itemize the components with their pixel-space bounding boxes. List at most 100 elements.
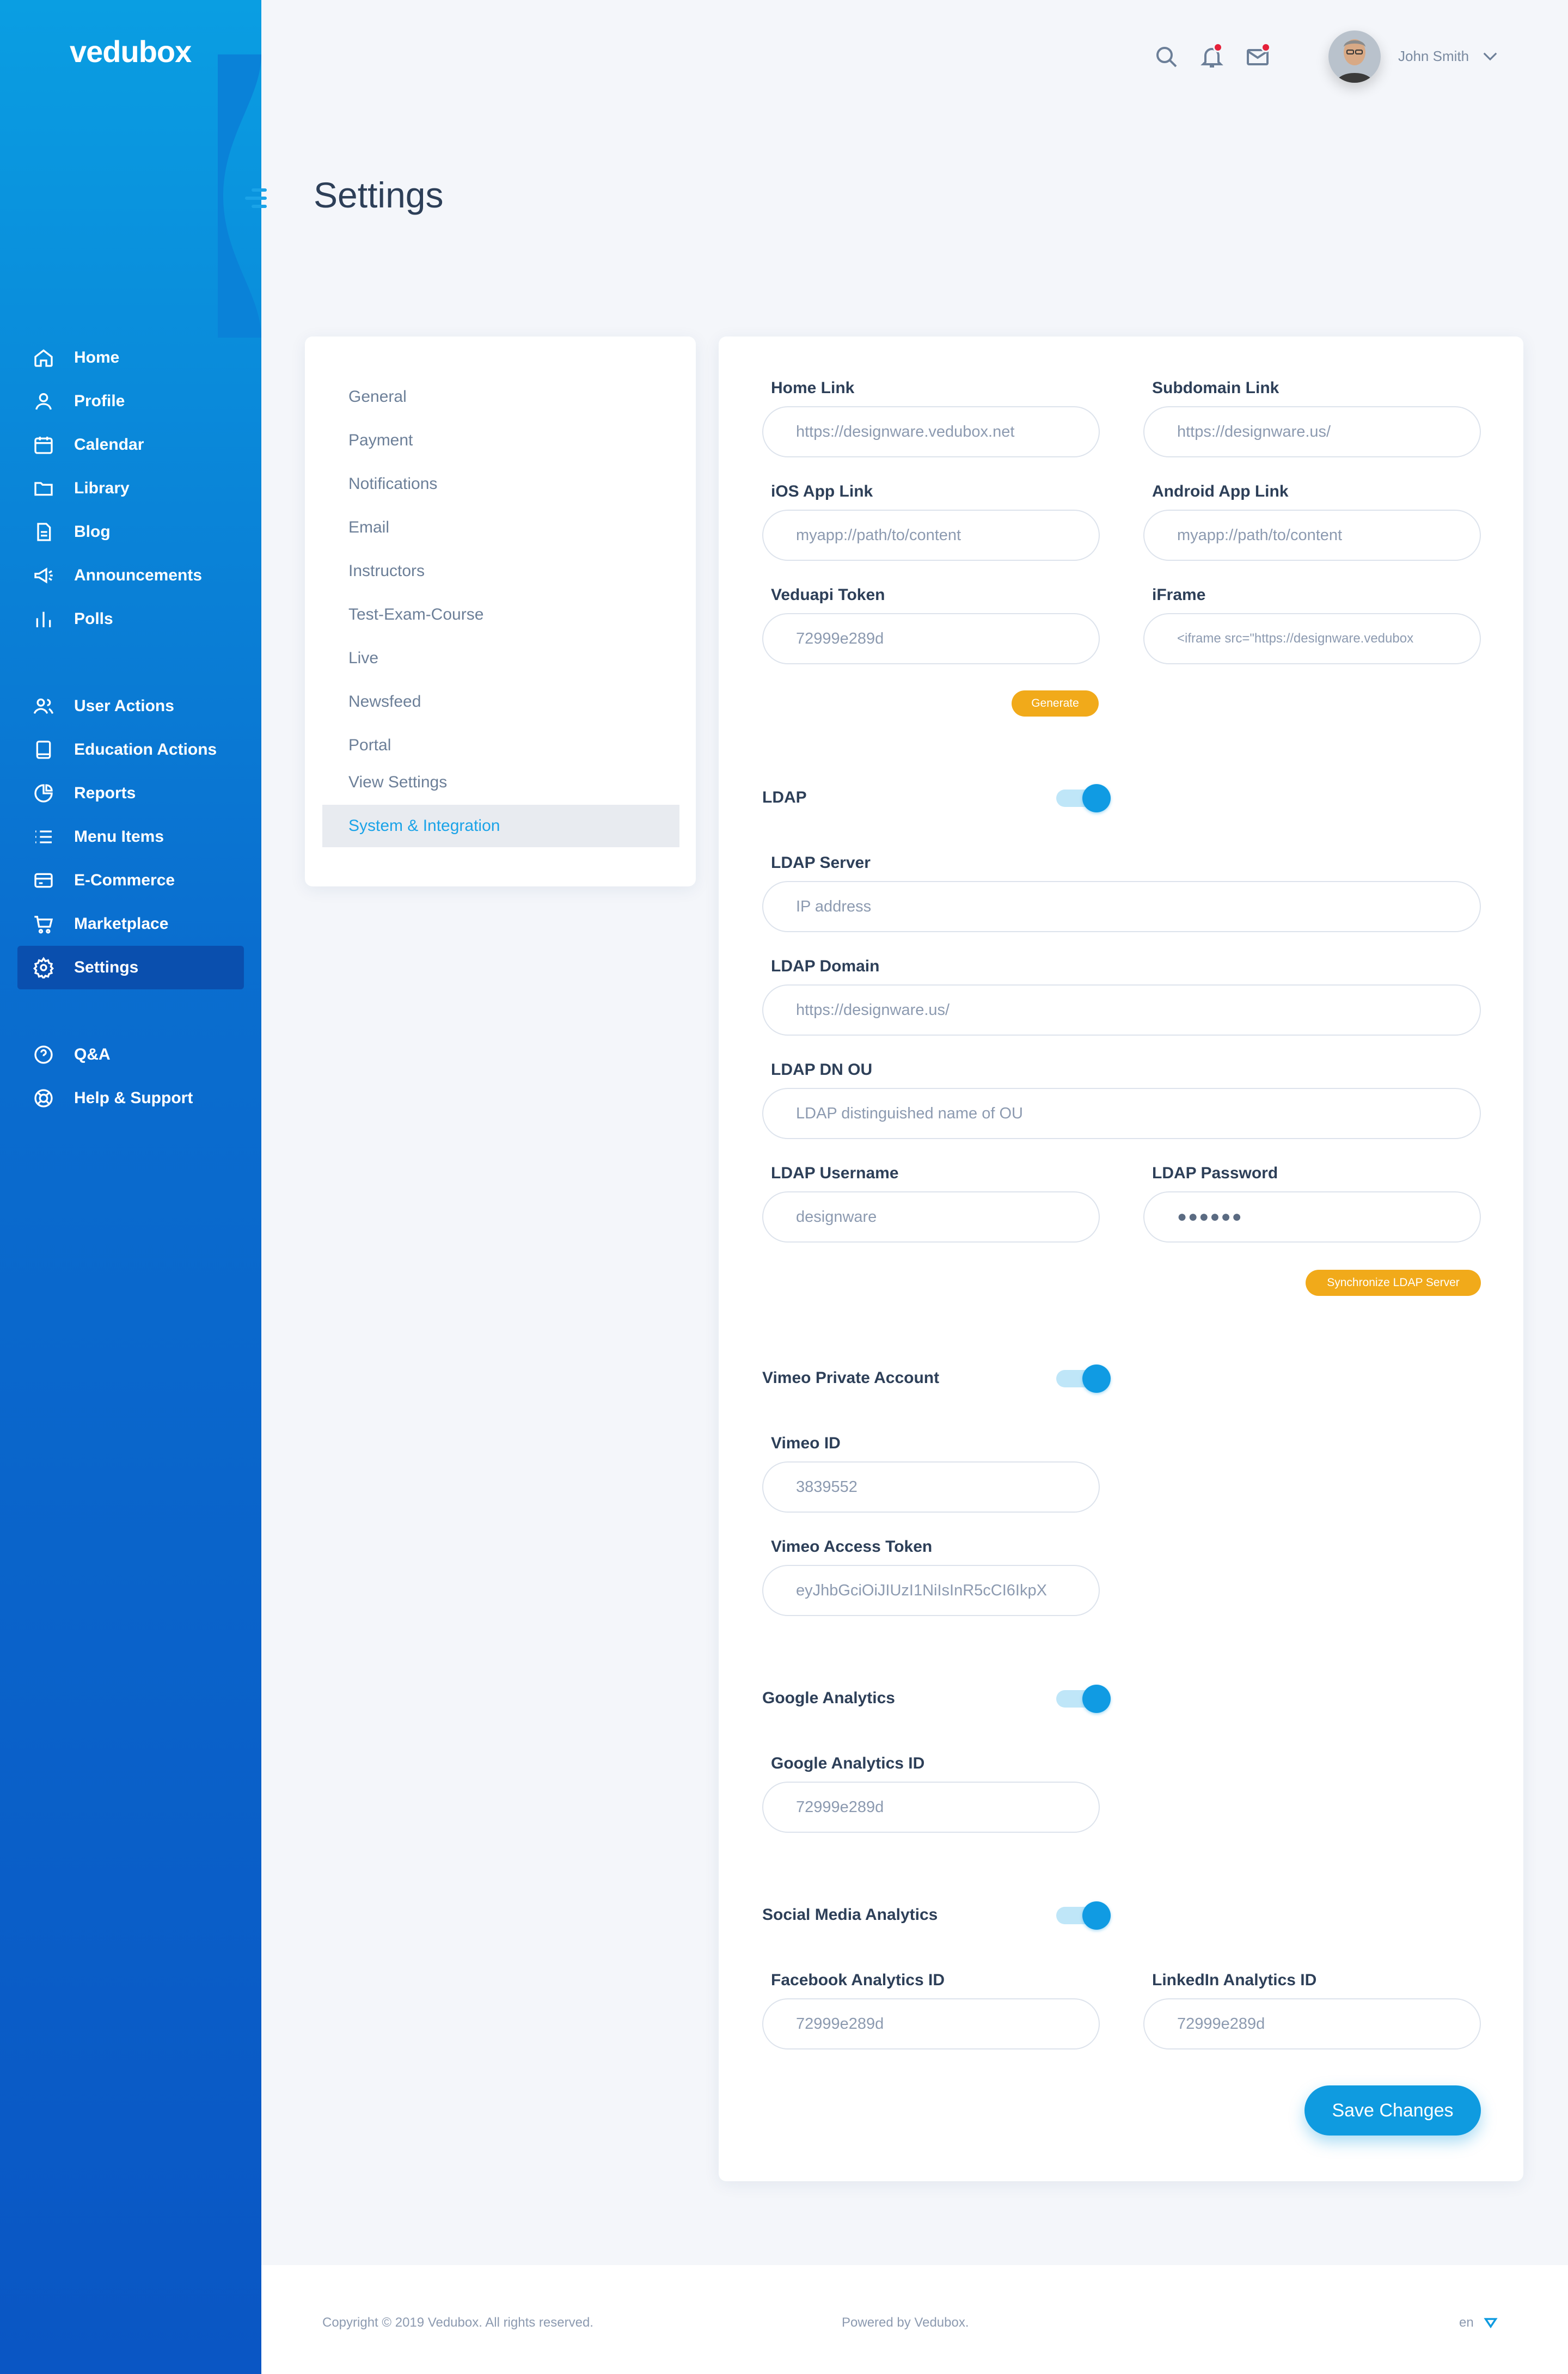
iframe-input[interactable]: <iframe src="https://designware.vedubox bbox=[1143, 613, 1481, 664]
android-app-link-label: Android App Link bbox=[1152, 482, 1289, 500]
veduapi-token-input[interactable]: 72999e289d bbox=[762, 613, 1100, 664]
sidebar-collapse-button[interactable] bbox=[238, 186, 267, 210]
sidebar-item-home[interactable]: Home bbox=[17, 336, 244, 380]
sidebar-item-profile[interactable]: Profile bbox=[17, 380, 244, 423]
synchronize-ldap-button[interactable]: Synchronize LDAP Server bbox=[1306, 1270, 1481, 1296]
menu-item-view-settings[interactable]: View Settings bbox=[348, 773, 447, 792]
sidebar-nav-help: Q&A Help & Support bbox=[17, 1033, 244, 1120]
android-app-link-input[interactable]: myapp://path/to/content bbox=[1143, 510, 1481, 561]
chevron-down-icon[interactable] bbox=[1482, 50, 1498, 63]
sidebar-item-label: Profile bbox=[74, 392, 125, 410]
user-name[interactable]: John Smith bbox=[1398, 48, 1469, 65]
menu-item-portal[interactable]: Portal bbox=[348, 736, 391, 755]
vedubox-logo[interactable]: vedubox bbox=[70, 34, 192, 69]
generate-button[interactable]: Generate bbox=[1012, 690, 1099, 717]
ldap-dn-ou-label: LDAP DN OU bbox=[771, 1061, 873, 1079]
sidebar-item-e-commerce[interactable]: E-Commerce bbox=[17, 859, 244, 902]
sidebar-item-label: Help & Support bbox=[74, 1089, 193, 1107]
sidebar-item-polls[interactable]: Polls bbox=[17, 597, 244, 641]
menu-item-notifications[interactable]: Notifications bbox=[348, 475, 437, 493]
home-link-label: Home Link bbox=[771, 379, 855, 397]
ldap-server-label: LDAP Server bbox=[771, 854, 871, 872]
ldap-toggle[interactable] bbox=[1056, 784, 1111, 812]
social-media-title: Social Media Analytics bbox=[762, 1906, 938, 1924]
sidebar-item-label: Reports bbox=[74, 784, 136, 802]
menu-item-general[interactable]: General bbox=[348, 388, 407, 406]
sidebar-item-help-support[interactable]: Help & Support bbox=[17, 1076, 244, 1120]
powered-by-text: Powered by Vedubox. bbox=[842, 2315, 969, 2330]
sidebar-item-label: Menu Items bbox=[74, 828, 164, 846]
sidebar-item-label: Library bbox=[74, 479, 130, 497]
ios-app-link-input[interactable]: myapp://path/to/content bbox=[762, 510, 1100, 561]
facebook-analytics-input[interactable]: 72999e289d bbox=[762, 1998, 1100, 2049]
sidebar-item-reports[interactable]: Reports bbox=[17, 772, 244, 815]
cart-icon bbox=[34, 916, 53, 934]
system-integration-form: Home Link https://designware.vedubox.net… bbox=[719, 336, 1523, 2181]
google-analytics-id-input[interactable]: 72999e289d bbox=[762, 1782, 1100, 1833]
sidebar-item-menu-items[interactable]: Menu Items bbox=[17, 815, 244, 859]
ldap-username-input[interactable]: designware bbox=[762, 1191, 1100, 1243]
book-icon bbox=[36, 741, 51, 759]
vimeo-title: Vimeo Private Account bbox=[762, 1369, 940, 1387]
sidebar-item-calendar[interactable]: Calendar bbox=[17, 423, 244, 467]
linkedin-analytics-input[interactable]: 72999e289d bbox=[1143, 1998, 1481, 2049]
copyright-text: Copyright © 2019 Vedubox. All rights res… bbox=[322, 2315, 593, 2330]
lifebuoy-icon bbox=[34, 1089, 53, 1108]
sidebar-item-user-actions[interactable]: User Actions bbox=[17, 684, 244, 728]
sidebar: vedubox Home Profile Calendar Library Bl… bbox=[0, 0, 261, 2374]
ldap-dn-ou-input[interactable]: LDAP distinguished name of OU bbox=[762, 1088, 1481, 1139]
ios-app-link-label: iOS App Link bbox=[771, 482, 873, 500]
google-analytics-toggle[interactable] bbox=[1056, 1685, 1111, 1713]
social-media-toggle[interactable] bbox=[1056, 1901, 1111, 1930]
ldap-domain-input[interactable]: https://designware.us/ bbox=[762, 984, 1481, 1036]
menu-item-newsfeed[interactable]: Newsfeed bbox=[348, 693, 421, 711]
sidebar-item-blog[interactable]: Blog bbox=[17, 510, 244, 554]
menu-item-instructors[interactable]: Instructors bbox=[348, 562, 425, 580]
home-link-input[interactable]: https://designware.vedubox.net bbox=[762, 406, 1100, 457]
sidebar-item-label: Blog bbox=[74, 523, 111, 541]
language-selector[interactable]: en bbox=[1459, 2315, 1474, 2330]
iframe-label: iFrame bbox=[1152, 586, 1206, 604]
subdomain-link-input[interactable]: https://designware.us/ bbox=[1143, 406, 1481, 457]
sidebar-item-announcements[interactable]: Announcements bbox=[17, 554, 244, 597]
ldap-server-input[interactable]: IP address bbox=[762, 881, 1481, 932]
sidebar-item-education-actions[interactable]: Education Actions bbox=[17, 728, 244, 772]
sidebar-item-label: Polls bbox=[74, 610, 113, 628]
subdomain-link-label: Subdomain Link bbox=[1152, 379, 1279, 397]
save-changes-button[interactable]: Save Changes bbox=[1304, 2085, 1481, 2136]
menu-item-email[interactable]: Email bbox=[348, 518, 389, 537]
poll-icon bbox=[36, 611, 51, 627]
menu-item-payment[interactable]: Payment bbox=[348, 431, 413, 450]
caret-down-icon[interactable] bbox=[1483, 2315, 1498, 2330]
sidebar-item-label: User Actions bbox=[74, 697, 174, 715]
vimeo-token-input[interactable]: eyJhbGciOiJIUzI1NiIsInR5cCI6IkpX bbox=[762, 1565, 1100, 1616]
ldap-domain-label: LDAP Domain bbox=[771, 957, 880, 975]
google-analytics-id-label: Google Analytics ID bbox=[771, 1754, 925, 1772]
linkedin-analytics-label: LinkedIn Analytics ID bbox=[1152, 1971, 1317, 1989]
home-icon bbox=[34, 349, 53, 367]
credit-card-icon bbox=[34, 873, 53, 888]
avatar[interactable] bbox=[1328, 30, 1381, 83]
notification-badge bbox=[1213, 42, 1223, 52]
search-icon[interactable] bbox=[1153, 44, 1179, 70]
sidebar-item-marketplace[interactable]: Marketplace bbox=[17, 902, 244, 946]
vimeo-toggle[interactable] bbox=[1056, 1365, 1111, 1393]
vimeo-id-input[interactable]: 3839552 bbox=[762, 1461, 1100, 1513]
menu-item-test-exam-course[interactable]: Test-Exam-Course bbox=[348, 605, 483, 624]
settings-menu: General Payment Notifications Email Inst… bbox=[305, 336, 696, 886]
ldap-password-input[interactable]: ●●●●●● bbox=[1143, 1191, 1481, 1243]
sidebar-item-label: Settings bbox=[74, 958, 139, 976]
sidebar-item-qa[interactable]: Q&A bbox=[17, 1033, 244, 1076]
sidebar-item-label: E-Commerce bbox=[74, 871, 175, 889]
user-icon bbox=[35, 393, 52, 410]
sidebar-item-library[interactable]: Library bbox=[17, 467, 244, 510]
question-icon bbox=[34, 1045, 53, 1064]
sidebar-item-settings[interactable]: Settings bbox=[17, 946, 244, 989]
footer: Copyright © 2019 Vedubox. All rights res… bbox=[261, 2265, 1568, 2374]
message-badge bbox=[1261, 42, 1271, 52]
sidebar-nav-main: Home Profile Calendar Library Blog Annou… bbox=[17, 336, 244, 641]
vimeo-token-label: Vimeo Access Token bbox=[771, 1538, 933, 1556]
menu-item-system-integration[interactable]: System & Integration bbox=[348, 817, 500, 835]
menu-item-live[interactable]: Live bbox=[348, 649, 378, 668]
facebook-analytics-label: Facebook Analytics ID bbox=[771, 1971, 945, 1989]
